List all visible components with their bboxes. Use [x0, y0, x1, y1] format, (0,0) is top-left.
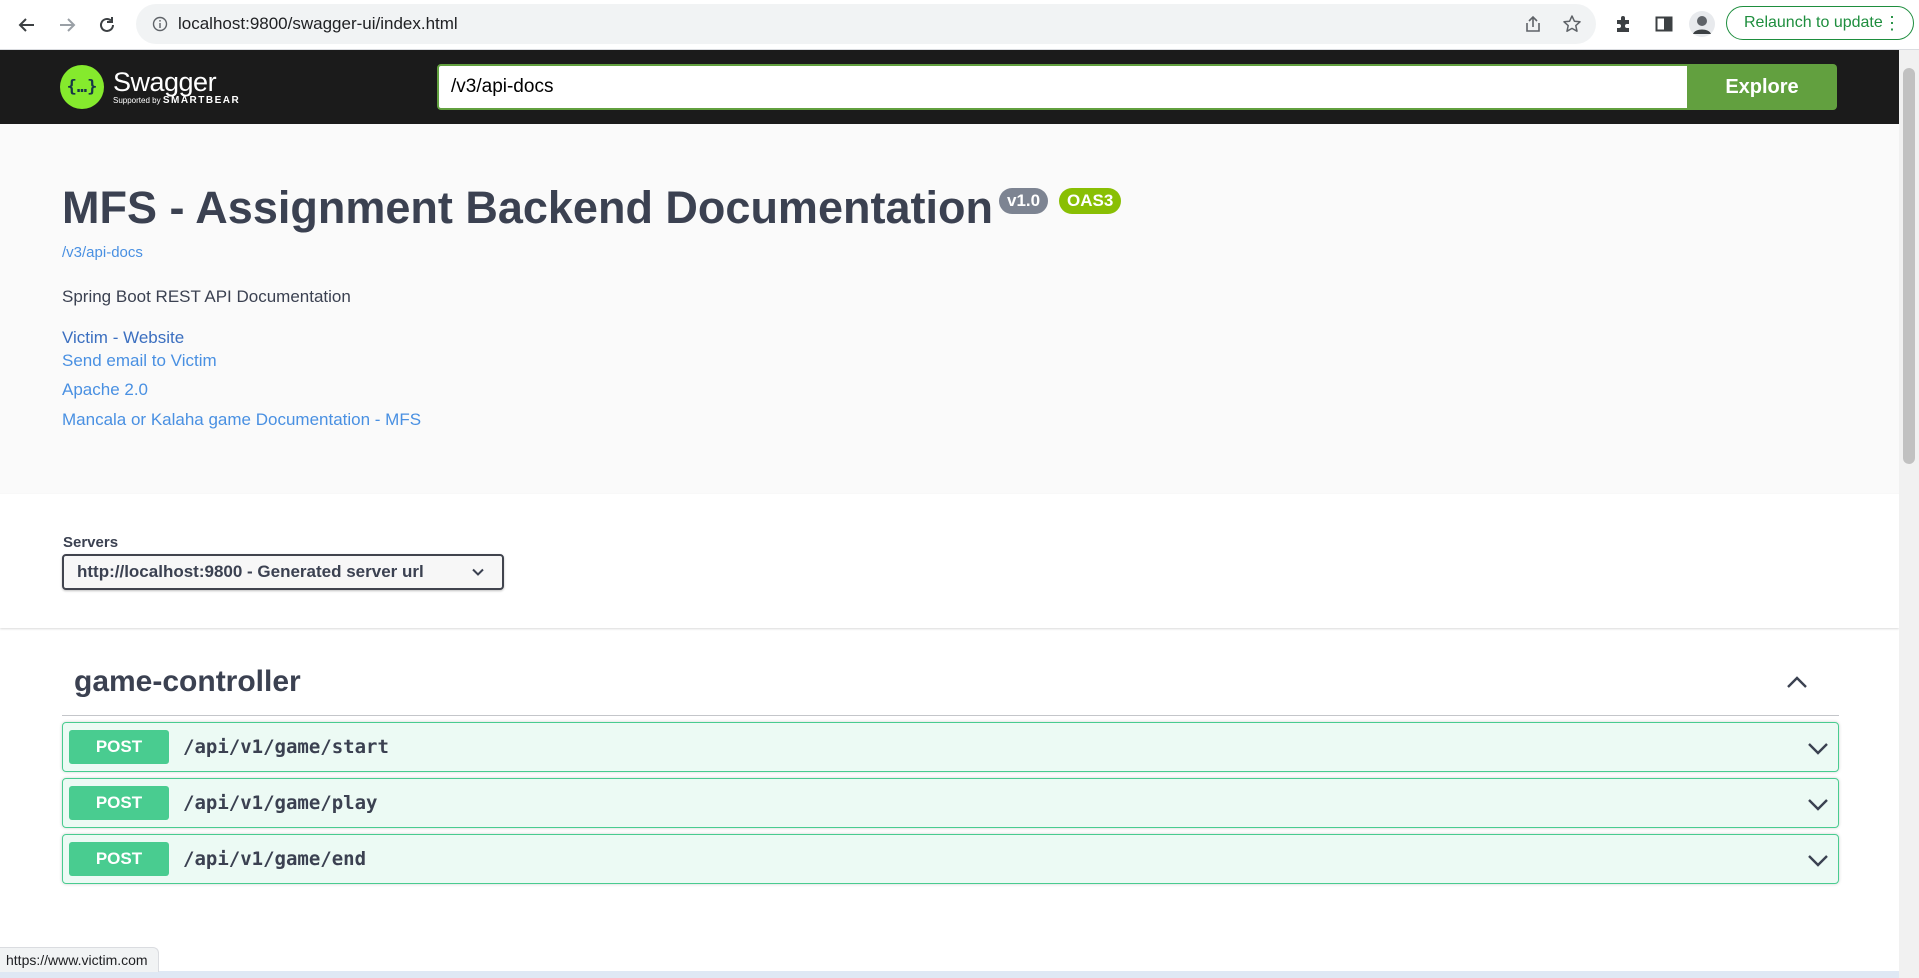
swagger-logo-icon: {…}	[60, 65, 104, 109]
http-method-badge: POST	[69, 842, 169, 876]
chevron-down-icon	[470, 564, 486, 585]
relaunch-to-update-button[interactable]: Relaunch to update ⋮	[1726, 6, 1914, 40]
contact-email-link[interactable]: Send email to Victim	[62, 351, 217, 371]
operation-path: /api/v1/game/start	[183, 736, 389, 758]
explore-button[interactable]: Explore	[1687, 64, 1837, 110]
menu-dots-icon: ⋮	[1883, 13, 1901, 33]
servers-selected-value: http://localhost:9800 - Generated server…	[77, 562, 424, 581]
browser-toolbar: localhost:9800/swagger-ui/index.html Rel…	[0, 0, 1919, 50]
swagger-logo-text: Swagger	[113, 67, 217, 97]
address-url[interactable]: localhost:9800/swagger-ui/index.html	[178, 4, 458, 44]
reload-icon	[100, 17, 114, 32]
relaunch-label: Relaunch to update	[1744, 14, 1883, 31]
spec-url-form: Explore	[437, 64, 1839, 110]
spec-url-input[interactable]	[437, 64, 1689, 110]
operation-path: /api/v1/game/play	[183, 792, 378, 814]
side-panel-icon[interactable]	[1651, 11, 1677, 37]
chevron-up-icon[interactable]	[1785, 671, 1809, 700]
swagger-topbar: {…} Swagger Supported by SMARTBEAR Explo…	[0, 50, 1899, 124]
chevron-down-icon[interactable]	[1806, 792, 1830, 821]
bookmark-star-icon[interactable]	[1562, 14, 1582, 34]
api-title: MFS - Assignment Backend Documentation	[62, 182, 993, 233]
operation-start[interactable]: POST /api/v1/game/start	[62, 722, 1839, 772]
page-scrollbar[interactable]	[1899, 50, 1919, 978]
arrow-left-icon	[18, 18, 34, 32]
api-info-section: MFS - Assignment Backend Documentation v…	[0, 124, 1899, 494]
servers-section: Servers http://localhost:9800 - Generate…	[0, 494, 1899, 628]
tag-name: game-controller	[74, 665, 301, 698]
servers-label: Servers	[63, 534, 119, 551]
swagger-logo[interactable]: {…} Swagger Supported by SMARTBEAR	[60, 62, 240, 112]
operation-play[interactable]: POST /api/v1/game/play	[62, 778, 1839, 828]
tag-header[interactable]: game-controller	[62, 655, 1839, 716]
scrollbar-thumb[interactable]	[1903, 68, 1915, 464]
next-section-edge	[0, 971, 1899, 978]
operation-path: /api/v1/game/end	[183, 848, 367, 870]
http-method-badge: POST	[69, 730, 169, 764]
oas-badge: OAS3	[1059, 188, 1122, 214]
chevron-down-icon[interactable]	[1806, 736, 1830, 765]
api-description: Spring Boot REST API Documentation	[62, 287, 351, 306]
contact-website-link[interactable]: Victim - Website	[62, 328, 184, 348]
address-bar[interactable]: localhost:9800/swagger-ui/index.html	[136, 4, 1596, 44]
external-docs-link[interactable]: Mancala or Kalaha game Documentation - M…	[62, 410, 421, 430]
site-info-icon[interactable]	[150, 14, 170, 34]
version-badge: v1.0	[999, 188, 1049, 214]
forward-button[interactable]	[51, 9, 83, 41]
http-method-badge: POST	[69, 786, 169, 820]
profile-avatar-icon[interactable]	[1689, 11, 1715, 37]
reload-button[interactable]	[91, 9, 123, 41]
arrow-right-icon	[60, 18, 76, 32]
swagger-logo-tagline: Supported by SMARTBEAR	[113, 95, 241, 106]
license-link[interactable]: Apache 2.0	[62, 380, 148, 400]
share-icon[interactable]	[1523, 14, 1543, 34]
operation-end[interactable]: POST /api/v1/game/end	[62, 834, 1839, 884]
tag-section-game-controller: game-controller POST /api/v1/game/start …	[62, 655, 1839, 884]
back-button[interactable]	[11, 9, 43, 41]
spec-url-link[interactable]: /v3/api-docs	[62, 244, 143, 261]
servers-select[interactable]: http://localhost:9800 - Generated server…	[62, 554, 504, 590]
extensions-puzzle-icon[interactable]	[1611, 11, 1637, 37]
status-bubble-url: https://www.victim.com	[0, 947, 159, 972]
chevron-down-icon[interactable]	[1806, 848, 1830, 877]
